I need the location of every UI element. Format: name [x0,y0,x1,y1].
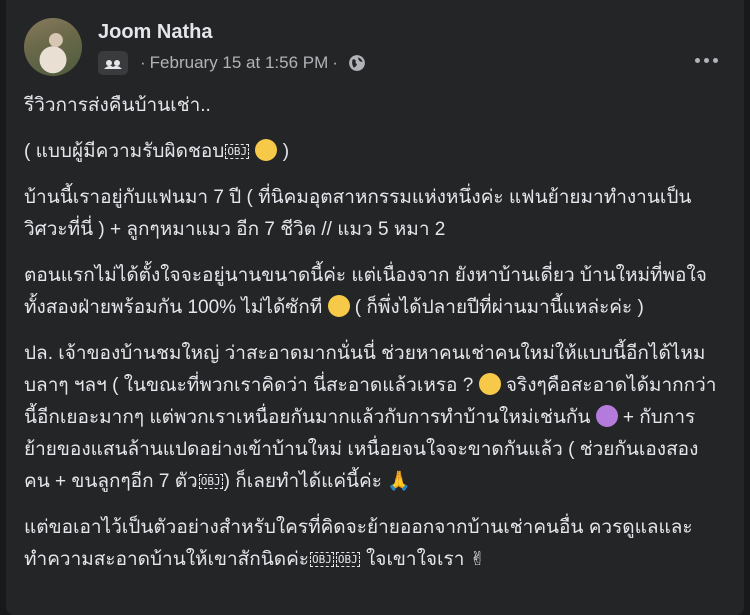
group-icon[interactable] [98,51,128,75]
meta-separator-2: · [332,53,338,72]
globe-icon[interactable] [348,54,366,72]
dizzy-emoji [595,405,618,427]
post-timestamp[interactable]: February 15 at 1:56 PM [150,53,329,73]
author-avatar[interactable] [24,18,82,76]
post-paragraph: ตอนแรกไม่ได้ตั้งใจจะอยู่นานขนาดนี้ค่ะ แต… [24,260,724,324]
post-card: Joom Natha · February 15 at 1:56 PM · รี… [6,0,744,615]
paragraph-text: รีวิวการส่งคืนบ้านเช่า.. [24,95,211,116]
post-paragraph: ปล. เจ้าของบ้านชมใหญ่ ว่าสะอาดมากนั่นนี่… [24,338,724,498]
grinning-sweat-emoji [327,295,350,317]
more-dot [703,57,709,63]
paragraph-text: ) ก็เลยทำได้แค่นี้ค่ะ [223,471,382,492]
more-dot [712,57,718,63]
post-paragraph: บ้านนี้เราอยู่กับแฟนมา 7 ปี ( ที่นิคมอุต… [24,182,724,246]
author-name[interactable]: Joom Natha [98,21,212,44]
more-options-icon [694,57,700,63]
post-header: Joom Natha · February 15 at 1:56 PM · [24,18,732,82]
obj-placeholder: OBJ [335,552,360,568]
post-paragraph: รีวิวการส่งคืนบ้านเช่า.. [24,90,724,122]
post-paragraph: ( แบบผู้มีความรับผิดชอบ OBJ ) [24,136,724,168]
obj-placeholder: OBJ [198,474,223,490]
post-meta: · February 15 at 1:56 PM · [98,50,366,76]
monocle-emoji [478,373,501,395]
meta-separator: · [140,53,146,72]
grinning-sweat-emoji [255,139,278,161]
post-paragraph: แต่ขอเอาไว้เป็นตัวอย่างสำหรับใครที่คิดจะ… [24,512,724,576]
paragraph-text: ) [282,141,290,162]
paragraph-text: ( แบบผู้มีความรับผิดชอบ [24,141,225,162]
paragraph-text: บ้านนี้เราอยู่กับแฟนมา 7 ปี ( ที่นิคมอุต… [24,187,692,240]
paragraph-text: ( ก็พึ่งได้ปลายปีที่ผ่านมานี้แหล่ะค่ะ ) [354,297,644,318]
praying-hands-emoji: 🙏 [387,471,411,492]
post-body: รีวิวการส่งคืนบ้านเช่า.. ( แบบผู้มีความร… [24,90,724,590]
obj-placeholder: OBJ [225,144,250,160]
more-options-button[interactable] [686,40,726,80]
victory-hand-emoji: ✌ [469,549,486,570]
paragraph-text: ใจเขาใจเรา [366,549,465,570]
obj-placeholder: OBJ [310,552,334,568]
